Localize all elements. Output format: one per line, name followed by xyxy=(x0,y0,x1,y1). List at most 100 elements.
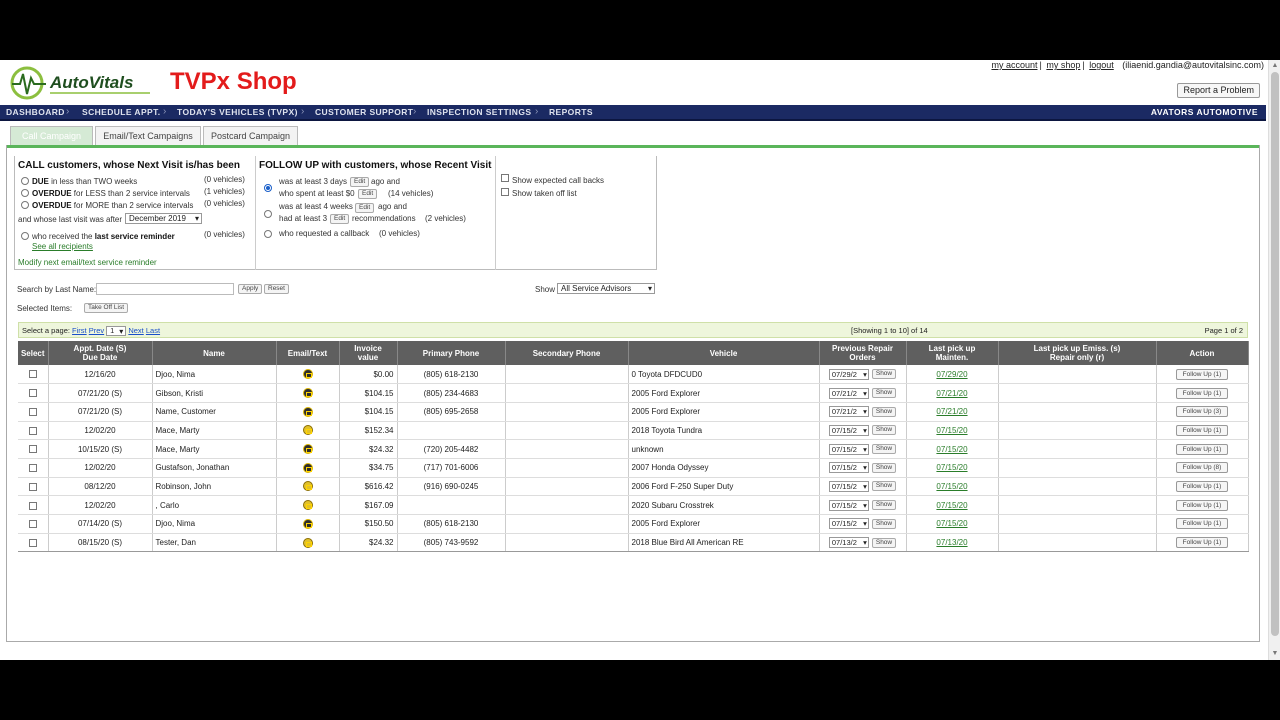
scroll-down-icon[interactable]: ▼ xyxy=(1271,650,1279,658)
report-problem-button[interactable]: Report a Problem xyxy=(1177,83,1260,98)
last-pickup-link[interactable]: 07/21/20 xyxy=(936,407,967,416)
email-text-icon[interactable] xyxy=(302,481,313,492)
next-page-link[interactable]: Next xyxy=(128,326,143,335)
email-text-icon[interactable] xyxy=(302,518,313,529)
nav-todays-vehicles[interactable]: TODAY'S VEHICLES (TVPX) xyxy=(177,107,298,117)
row-checkbox[interactable] xyxy=(28,389,37,398)
apply-button[interactable]: Apply xyxy=(238,284,263,294)
row-checkbox[interactable] xyxy=(28,370,37,379)
followup-days-radio[interactable] xyxy=(264,184,272,192)
repair-order-select[interactable]: 07/15/2 xyxy=(828,499,869,511)
scroll-up-icon[interactable]: ▲ xyxy=(1271,62,1279,70)
edit-days-button[interactable]: Edit xyxy=(350,177,370,187)
row-checkbox[interactable] xyxy=(28,426,37,435)
email-text-icon[interactable] xyxy=(302,388,313,399)
repair-order-select[interactable]: 07/15/2 xyxy=(828,518,869,530)
email-text-icon[interactable] xyxy=(302,500,313,511)
my-shop-link[interactable]: my shop xyxy=(1046,60,1080,70)
show-ro-button[interactable]: Show xyxy=(871,388,897,399)
nav-inspection-settings[interactable]: INSPECTION SETTINGS xyxy=(427,107,531,117)
followup-callback-radio[interactable] xyxy=(264,230,272,238)
edit-recs-button[interactable]: Edit xyxy=(330,214,350,224)
last-name-search-input[interactable] xyxy=(96,283,234,295)
email-text-icon[interactable] xyxy=(302,537,313,548)
email-text-icon[interactable] xyxy=(302,462,313,473)
tab-postcard-campaign[interactable]: Postcard Campaign xyxy=(203,126,298,145)
my-account-link[interactable]: my account xyxy=(991,60,1037,70)
follow-up-button[interactable]: Follow Up (1) xyxy=(1176,499,1228,511)
row-checkbox[interactable] xyxy=(28,482,37,491)
repair-order-select[interactable]: 07/21/2 xyxy=(828,387,869,399)
follow-up-button[interactable]: Follow Up (1) xyxy=(1176,368,1228,380)
follow-up-button[interactable]: Follow Up (1) xyxy=(1176,480,1228,492)
last-visit-select[interactable]: December 2019 xyxy=(125,213,202,224)
repair-order-select[interactable]: 07/13/2 xyxy=(828,537,869,549)
follow-up-button[interactable]: Follow Up (1) xyxy=(1176,537,1228,549)
call-due-radio[interactable] xyxy=(21,177,29,185)
email-text-icon[interactable] xyxy=(302,425,313,436)
take-off-list-button[interactable]: Take Off List xyxy=(84,303,129,313)
email-text-icon[interactable] xyxy=(302,406,313,417)
repair-order-select[interactable]: 07/21/2 xyxy=(828,406,869,418)
last-page-link[interactable]: Last xyxy=(146,326,160,335)
service-advisor-select[interactable]: All Service Advisors xyxy=(557,283,655,294)
show-ro-button[interactable]: Show xyxy=(871,406,897,417)
follow-up-button[interactable]: Follow Up (1) xyxy=(1176,518,1228,530)
show-ro-button[interactable]: Show xyxy=(871,425,897,436)
followup-weeks-radio[interactable] xyxy=(264,210,272,218)
page-select[interactable]: 1 xyxy=(106,326,127,336)
show-ro-button[interactable]: Show xyxy=(871,500,897,511)
prev-page-link[interactable]: Prev xyxy=(89,326,104,335)
nav-schedule-appt[interactable]: SCHEDULE APPT. xyxy=(82,107,161,117)
tab-email-text-campaigns[interactable]: Email/Text Campaigns xyxy=(95,126,201,145)
nav-dashboard[interactable]: DASHBOARD xyxy=(6,107,65,117)
last-pickup-link[interactable]: 07/29/20 xyxy=(936,370,967,379)
show-ro-button[interactable]: Show xyxy=(871,481,897,492)
repair-order-select[interactable]: 07/15/2 xyxy=(828,443,869,455)
follow-up-button[interactable]: Follow Up (1) xyxy=(1176,424,1228,436)
last-pickup-link[interactable]: 07/15/20 xyxy=(936,501,967,510)
last-pickup-link[interactable]: 07/15/20 xyxy=(936,426,967,435)
logout-link[interactable]: logout xyxy=(1089,60,1114,70)
row-checkbox[interactable] xyxy=(28,501,37,510)
last-pickup-link[interactable]: 07/15/20 xyxy=(936,482,967,491)
last-pickup-link[interactable]: 07/13/20 xyxy=(936,538,967,547)
show-taken-checkbox[interactable] xyxy=(501,188,509,196)
follow-up-button[interactable]: Follow Up (1) xyxy=(1176,443,1228,455)
nav-reports[interactable]: REPORTS xyxy=(549,107,593,117)
follow-up-button[interactable]: Follow Up (3) xyxy=(1176,406,1228,418)
scrollbar-thumb[interactable] xyxy=(1271,72,1279,636)
repair-order-select[interactable]: 07/15/2 xyxy=(828,462,869,474)
row-checkbox[interactable] xyxy=(28,464,37,473)
tab-call-campaign[interactable]: Call Campaign xyxy=(10,126,93,145)
first-page-link[interactable]: First xyxy=(72,326,87,335)
call-last-reminder-radio[interactable] xyxy=(21,232,29,240)
edit-weeks-button[interactable]: Edit xyxy=(355,203,375,213)
repair-order-select[interactable]: 07/15/2 xyxy=(828,480,869,492)
modify-reminder-link[interactable]: Modify next email/text service reminder xyxy=(18,258,157,267)
row-checkbox[interactable] xyxy=(28,520,37,529)
last-pickup-link[interactable]: 07/15/20 xyxy=(936,519,967,528)
email-text-icon[interactable] xyxy=(302,444,313,455)
see-all-recipients-link[interactable]: See all recipients xyxy=(32,242,93,251)
show-ro-button[interactable]: Show xyxy=(871,462,897,473)
last-pickup-link[interactable]: 07/15/20 xyxy=(936,445,967,454)
call-overdue-more-radio[interactable] xyxy=(21,201,29,209)
show-ro-button[interactable]: Show xyxy=(871,518,897,529)
show-expected-checkbox[interactable] xyxy=(501,174,509,182)
row-checkbox[interactable] xyxy=(28,445,37,454)
row-checkbox[interactable] xyxy=(28,538,37,547)
nav-customer-support[interactable]: CUSTOMER SUPPORT xyxy=(315,107,413,117)
follow-up-button[interactable]: Follow Up (1) xyxy=(1176,387,1228,399)
last-pickup-link[interactable]: 07/21/20 xyxy=(936,389,967,398)
show-ro-button[interactable]: Show xyxy=(871,369,897,380)
last-pickup-link[interactable]: 07/15/20 xyxy=(936,463,967,472)
call-overdue-less-radio[interactable] xyxy=(21,189,29,197)
show-ro-button[interactable]: Show xyxy=(871,537,897,548)
repair-order-select[interactable]: 07/15/2 xyxy=(828,424,869,436)
reset-button[interactable]: Reset xyxy=(264,284,289,294)
row-checkbox[interactable] xyxy=(28,408,37,417)
show-ro-button[interactable]: Show xyxy=(871,444,897,455)
edit-spent-button[interactable]: Edit xyxy=(358,189,378,199)
page-scrollbar[interactable]: ▲ ▼ xyxy=(1268,60,1280,660)
